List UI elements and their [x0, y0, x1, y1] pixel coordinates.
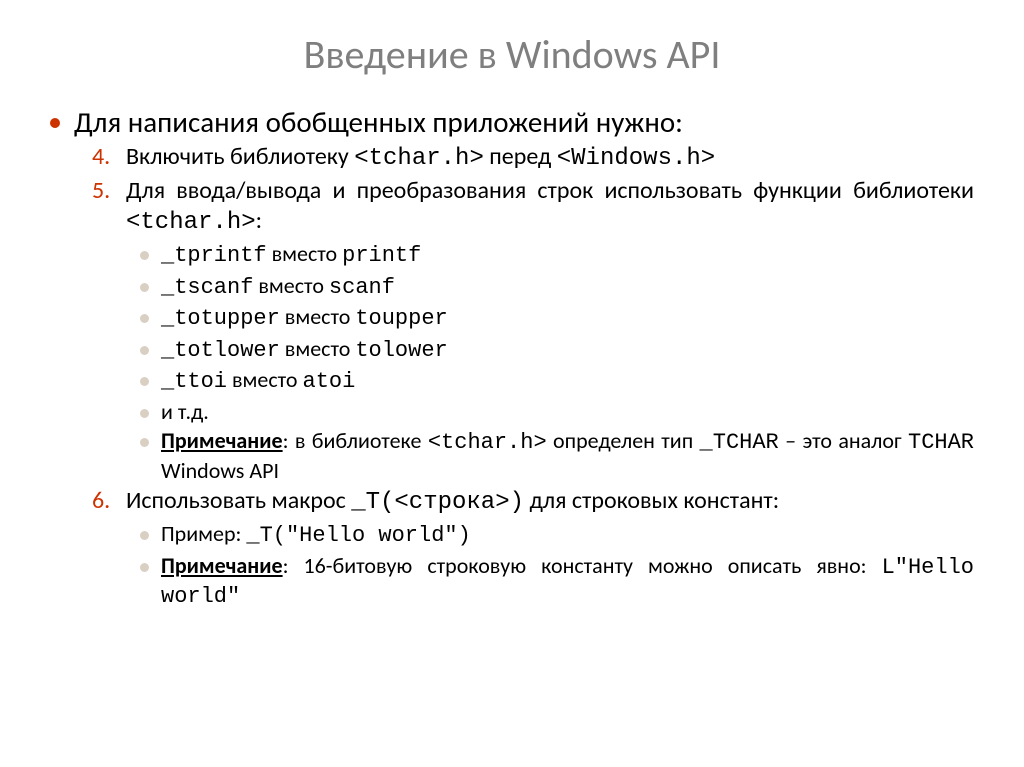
- sub-tprintf: _tprintf вместо printf: [140, 240, 974, 270]
- item-6-text: Использовать макрос _T(<строка>) для стр…: [126, 486, 974, 518]
- item-5: 5. Для ввода/вывода и преобразования стр…: [92, 176, 974, 238]
- bullet-icon: [140, 251, 149, 260]
- main-bullet: Для написания обобщенных приложений нужн…: [50, 104, 974, 140]
- main-bullet-text: Для написания обобщенных приложений нужн…: [74, 104, 683, 140]
- bullet-icon: [140, 438, 149, 447]
- item-4: 4. Включить библиотеку <tchar.h> перед <…: [92, 142, 974, 174]
- sub-totupper: _totupper вместо toupper: [140, 303, 974, 333]
- num-6: 6.: [92, 486, 118, 516]
- bullet-icon: [50, 118, 60, 128]
- bullet-icon: [140, 531, 149, 540]
- bullet-icon: [140, 314, 149, 323]
- item-4-text: Включить библиотеку <tchar.h> перед <Win…: [126, 142, 715, 174]
- bullet-icon: [140, 563, 149, 572]
- sub-note-6: Примечание: 16-битовую строковую констан…: [140, 552, 974, 611]
- sub-ttoi: _ttoi вместо atoi: [140, 366, 974, 396]
- sub-totlower: _totlower вместо tolower: [140, 335, 974, 365]
- sub-tscanf: _tscanf вместо scanf: [140, 272, 974, 302]
- sub-example-6: Пример: _T("Hello world"): [140, 520, 974, 550]
- num-4: 4.: [92, 142, 118, 172]
- slide-title: Введение в Windows API: [50, 30, 974, 79]
- bullet-icon: [140, 377, 149, 386]
- slide-content: Введение в Windows API Для написания обо…: [0, 0, 1024, 633]
- sub-etc: и т.д.: [140, 398, 974, 426]
- sub-note-5: Примечание: в библиотеке <tchar.h> опред…: [140, 427, 974, 484]
- num-5: 5.: [92, 176, 118, 206]
- item-5-text: Для ввода/вывода и преобразования строк …: [126, 176, 974, 238]
- item-6: 6. Использовать макрос _T(<строка>) для …: [92, 486, 974, 518]
- bullet-icon: [140, 409, 149, 418]
- bullet-icon: [140, 283, 149, 292]
- bullet-icon: [140, 346, 149, 355]
